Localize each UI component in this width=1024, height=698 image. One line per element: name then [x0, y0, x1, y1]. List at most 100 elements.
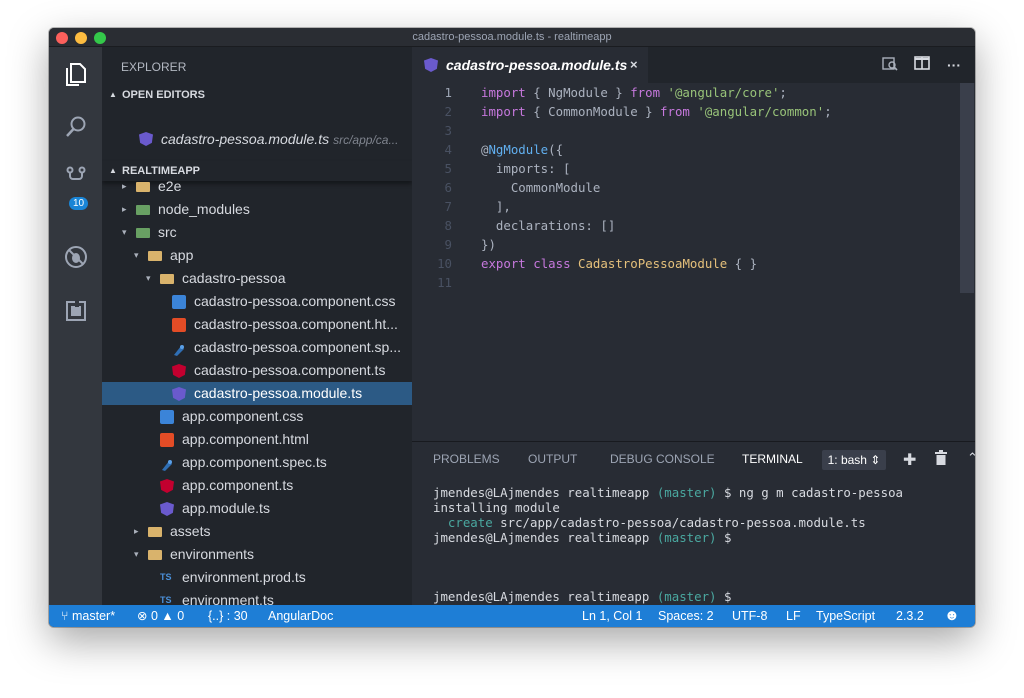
angular-file-icon — [160, 502, 174, 516]
status-bar: ⑂ master* ⊗ 0 ▲ 0 {..} : 30 AngularDoc L… — [49, 605, 975, 627]
tree-folder[interactable]: ▸ e2e — [102, 175, 412, 198]
term-command: $ ng g m cadastro-pessoa — [723, 485, 904, 500]
tree-file[interactable]: app.component.ts — [102, 474, 412, 497]
code-line-5: imports: [ — [481, 161, 571, 176]
tree-file[interactable]: app.component.css — [102, 405, 412, 428]
vscode-window: cadastro-pessoa.module.ts - realtimeapp … — [49, 28, 975, 627]
tab-debug-console[interactable]: DEBUG CONSOLE — [610, 452, 715, 466]
open-editor-text: cadastro-pessoa.module.ts src/app/ca... — [161, 127, 398, 151]
split-editor-icon[interactable] — [913, 56, 931, 74]
open-editor-path: src/app/ca... — [333, 133, 399, 147]
ts-version[interactable]: 2.3.2 — [896, 605, 924, 627]
code-token: import — [481, 104, 526, 119]
typescript-file-icon: TS — [160, 572, 172, 582]
tab-problems[interactable]: PROBLEMS — [433, 452, 500, 466]
tree-file[interactable]: TS environment.prod.ts — [102, 566, 412, 589]
tree-item-label: environment.ts — [182, 592, 274, 605]
code-token: ; — [824, 104, 832, 119]
collapsed-caret-icon[interactable]: ▸ — [122, 175, 127, 198]
add-terminal-icon[interactable]: ✚ — [903, 450, 916, 470]
tree-item-label: cadastro-pessoa.component.ts — [194, 362, 386, 378]
more-actions-icon[interactable]: ··· — [945, 56, 963, 74]
term-branch: (master) — [656, 530, 717, 545]
feedback-smiley-icon[interactable]: ☻ — [944, 605, 960, 627]
open-preview-icon[interactable] — [881, 56, 899, 74]
tree-folder[interactable]: ▾ app — [102, 244, 412, 267]
explorer-icon[interactable] — [49, 51, 102, 99]
warning-icon: ▲ — [161, 609, 174, 623]
code-token: class — [533, 256, 571, 271]
tree-item-label: app.component.html — [182, 431, 309, 447]
expanded-caret-icon[interactable]: ▾ — [122, 221, 127, 244]
expanded-caret-icon[interactable]: ▾ — [134, 244, 139, 267]
tree-item-label: cadastro-pessoa.component.ht... — [194, 316, 398, 332]
tree-file[interactable]: TS environment.ts — [102, 589, 412, 605]
tree-folder[interactable]: ▾ environments — [102, 543, 412, 566]
angular-file-icon — [172, 364, 186, 378]
tree-file[interactable]: app.component.html — [102, 428, 412, 451]
code-editor[interactable]: import { NgModule } from '@angular/core'… — [412, 83, 975, 433]
code-line-10: export class CadastroPessoaModule { } — [481, 254, 757, 273]
tree-file[interactable]: cadastro-pessoa.component.css — [102, 290, 412, 313]
tree-folder[interactable]: ▾ src — [102, 221, 412, 244]
code-line-7: ], — [481, 199, 511, 214]
bottom-panel: PROBLEMS OUTPUT DEBUG CONSOLE TERMINAL 1… — [412, 441, 975, 619]
code-token: ({ — [548, 142, 564, 157]
tree-file[interactable]: cadastro-pessoa.module.ts — [102, 382, 412, 405]
cursor-position[interactable]: Ln 1, Col 1 — [582, 605, 642, 627]
line-number: 1 — [444, 85, 452, 100]
tab-output[interactable]: OUTPUT — [528, 452, 577, 466]
extensions-icon[interactable] — [49, 287, 102, 335]
tree-file[interactable]: cadastro-pessoa.component.ht... — [102, 313, 412, 336]
debug-icon[interactable] — [49, 233, 102, 281]
trash-icon[interactable] — [935, 450, 947, 470]
code-token: NgModule — [488, 142, 549, 157]
symbols-status[interactable]: {..} : 30 — [208, 605, 248, 627]
tree-folder[interactable]: ▾ cadastro-pessoa — [102, 267, 412, 290]
encoding-status[interactable]: UTF-8 — [732, 605, 767, 627]
folder-icon — [148, 251, 162, 261]
eol-status[interactable]: LF — [786, 605, 801, 627]
css-file-icon — [160, 410, 174, 424]
open-editors-label: OPEN EDITORS — [122, 89, 205, 101]
git-branch-status[interactable]: ⑂ master* — [61, 605, 115, 627]
collapsed-caret-icon[interactable]: ▸ — [134, 520, 139, 543]
collapsed-caret-icon[interactable]: ▸ — [122, 198, 127, 221]
tree-file[interactable]: cadastro-pessoa.component.ts — [102, 359, 412, 382]
tree-file[interactable]: cadastro-pessoa.component.sp... — [102, 336, 412, 359]
tab-terminal[interactable]: TERMINAL — [742, 452, 803, 466]
source-control-icon[interactable] — [49, 153, 102, 201]
tree-item-label: environment.prod.ts — [182, 569, 306, 585]
tree-item-label: app — [170, 247, 194, 263]
terminal-line-1: jmendes@LAjmendes realtimeapp (master) $… — [433, 485, 903, 500]
tree-file[interactable]: app.component.spec.ts — [102, 451, 412, 474]
indentation-status[interactable]: Spaces: 2 — [658, 605, 714, 627]
editor-tab-active[interactable]: cadastro-pessoa.module.ts × — [412, 47, 648, 83]
code-line-2: import { CommonModule } from '@angular/c… — [481, 102, 832, 121]
open-editor-item[interactable]: cadastro-pessoa.module.ts src/app/ca... — [102, 127, 412, 151]
line-number: 10 — [437, 256, 452, 271]
term-path: src/app/cadastro-pessoa/cadastro-pessoa.… — [492, 515, 866, 530]
term-branch: (master) — [656, 589, 717, 604]
tree-folder[interactable]: ▸ assets — [102, 520, 412, 543]
close-tab-icon[interactable]: × — [630, 47, 638, 83]
terminal-select[interactable]: 1: bash ⇕ — [822, 450, 886, 470]
editor-scrollbar[interactable] — [960, 83, 974, 293]
term-dollar: $ — [723, 589, 732, 604]
expanded-caret-icon[interactable]: ▾ — [134, 543, 139, 566]
line-number: 9 — [444, 237, 452, 252]
expanded-caret-icon[interactable]: ▾ — [146, 267, 151, 290]
code-line-6: CommonModule — [481, 180, 601, 195]
open-editors-header[interactable]: ▲ OPEN EDITORS — [102, 85, 412, 105]
angulardoc-status[interactable]: AngularDoc — [268, 605, 333, 627]
maximize-panel-icon[interactable]: ⌃ — [967, 450, 975, 466]
language-mode[interactable]: TypeScript — [816, 605, 875, 627]
search-icon[interactable] — [49, 103, 102, 151]
code-line-9: }) — [481, 237, 496, 252]
code-token: '@angular/common' — [697, 104, 825, 119]
tree-file[interactable]: app.module.ts — [102, 497, 412, 520]
angular-file-icon — [424, 58, 438, 72]
tree-folder[interactable]: ▸ node_modules — [102, 198, 412, 221]
problems-status[interactable]: ⊗ 0 ▲ 0 — [137, 605, 184, 627]
